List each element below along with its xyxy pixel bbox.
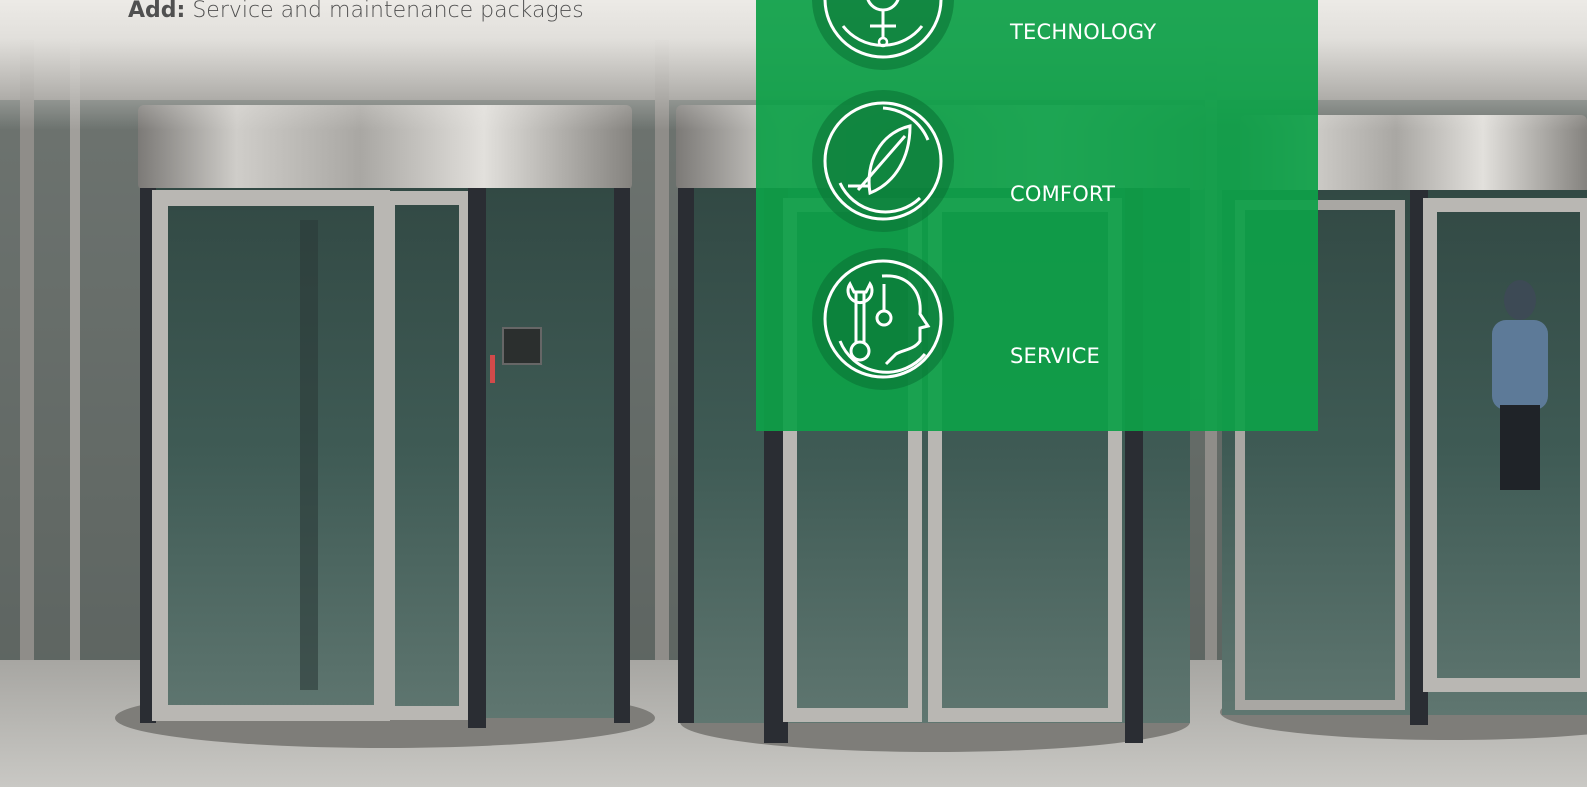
gear-icon bbox=[810, 0, 956, 72]
wrench-head-icon bbox=[810, 246, 956, 392]
feather-icon bbox=[810, 88, 956, 234]
feature-service: SERVICE bbox=[756, 246, 1318, 396]
feature-label-comfort: COMFORT bbox=[1010, 182, 1116, 206]
feature-comfort: COMFORT bbox=[756, 88, 1318, 238]
feature-technology: TECHNOLOGY bbox=[756, 0, 1318, 76]
feature-label-technology: TECHNOLOGY bbox=[1010, 20, 1157, 44]
features-panel: TECHNOLOGY COMFORT SERVICE bbox=[756, 0, 1318, 431]
add-line: Add: Service and maintenance packages bbox=[128, 0, 584, 23]
add-prefix: Add: bbox=[128, 0, 186, 23]
add-text: Service and maintenance packages bbox=[192, 0, 584, 23]
feature-label-service: SERVICE bbox=[1010, 344, 1100, 368]
